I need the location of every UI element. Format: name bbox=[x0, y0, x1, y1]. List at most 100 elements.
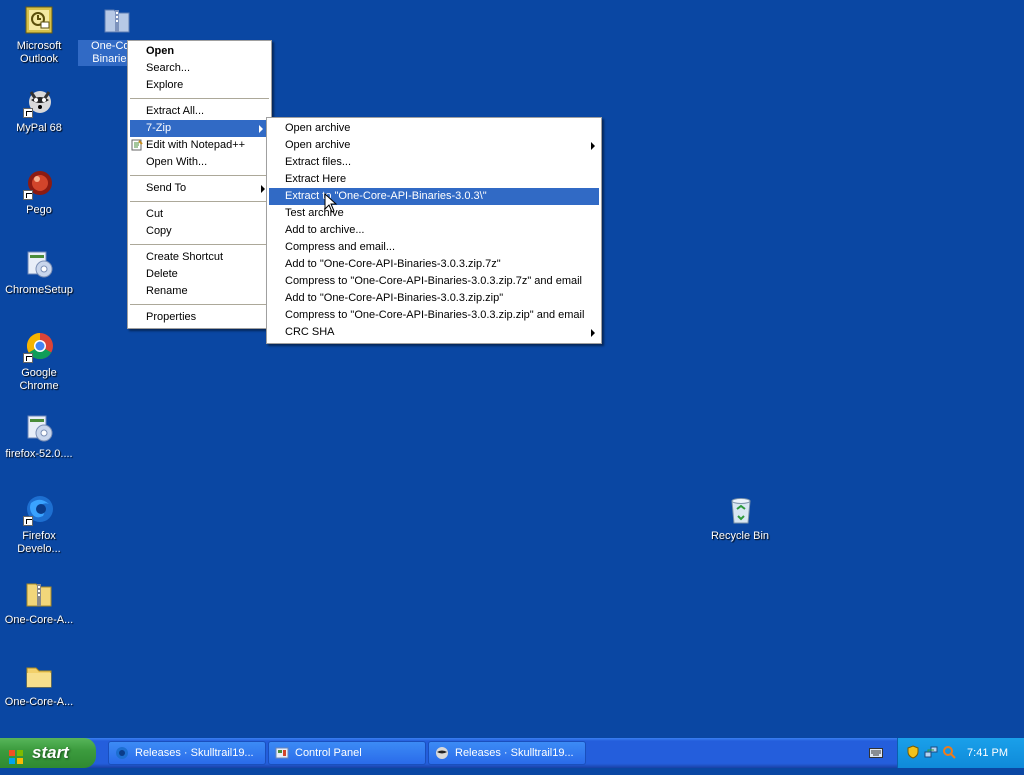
desktop-icon-label: One-Core-A... bbox=[4, 614, 74, 626]
zip-folder-icon bbox=[23, 578, 55, 610]
seven-zip-compress-and-email[interactable]: Compress and email... bbox=[267, 239, 601, 256]
security-shield-icon[interactable] bbox=[906, 745, 920, 759]
seven-zip-crc-sha[interactable]: CRC SHA bbox=[267, 324, 601, 341]
installer-icon bbox=[23, 412, 55, 444]
desktop-icon-label: firefox-52.0.... bbox=[5, 448, 73, 460]
submenu-arrow-icon bbox=[591, 142, 595, 150]
context-menu-7zip-label: 7-Zip bbox=[146, 122, 172, 134]
raccoon-icon bbox=[435, 746, 449, 760]
keyboard-icon[interactable] bbox=[869, 748, 883, 758]
search-icon[interactable] bbox=[942, 745, 956, 759]
start-button[interactable]: start bbox=[0, 738, 96, 768]
desktop-icon-firefox-installer[interactable]: firefox-52.0.... bbox=[0, 412, 78, 461]
desktop-icon-label: Firefox Develo... bbox=[17, 530, 61, 555]
context-menu-copy[interactable]: Copy bbox=[128, 223, 271, 240]
seven-zip-crc-sha-label: CRC SHA bbox=[285, 326, 335, 338]
seven-zip-test-archive[interactable]: Test archive bbox=[267, 205, 601, 222]
desktop-icon-label: ChromeSetup bbox=[5, 284, 73, 296]
context-menu-open-with[interactable]: Open With... bbox=[128, 154, 271, 171]
chrome-icon bbox=[23, 331, 55, 363]
firefox-developer-icon bbox=[115, 746, 129, 760]
desktop-icon-one-core-zip-2[interactable]: One-Core-A... bbox=[0, 578, 78, 627]
desktop-icon-google-chrome[interactable]: Google Chrome bbox=[0, 331, 78, 393]
notepad-plus-plus-icon bbox=[131, 139, 143, 151]
installer-icon bbox=[23, 248, 55, 280]
seven-zip-add-to-zip[interactable]: Add to "One-Core-API-Binaries-3.0.3.zip.… bbox=[267, 290, 601, 307]
context-menu-extract-all[interactable]: Extract All... bbox=[128, 103, 271, 120]
submenu-arrow-icon bbox=[261, 185, 265, 193]
desktop-icon-recycle-bin[interactable]: Recycle Bin bbox=[701, 494, 779, 543]
start-label: start bbox=[32, 743, 69, 762]
context-menu-send-to[interactable]: Send To bbox=[128, 180, 271, 197]
desktop-icon-microsoft-outlook[interactable]: Microsoft Outlook bbox=[0, 4, 78, 66]
network-icon[interactable] bbox=[924, 745, 938, 759]
desktop[interactable]: Microsoft Outlook One-Core- Binaries-3 MyP… bbox=[0, 0, 1024, 738]
zip-folder-icon bbox=[101, 4, 133, 36]
taskbar: start Releases · Skulltrail19... Control… bbox=[0, 738, 1024, 768]
pego-icon bbox=[23, 168, 55, 200]
seven-zip-extract-to-folder[interactable]: Extract to "One-Core-API-Binaries-3.0.3\… bbox=[269, 188, 599, 205]
windows-flag-icon bbox=[8, 745, 24, 764]
seven-zip-add-to-archive[interactable]: Add to archive... bbox=[267, 222, 601, 239]
desktop-icon-mypal[interactable]: MyPal 68 bbox=[0, 86, 78, 135]
context-menu-properties[interactable]: Properties bbox=[128, 309, 271, 326]
system-tray: 7:41 PM bbox=[897, 738, 1024, 768]
seven-zip-submenu[interactable]: Open archive Open archive Extract files.… bbox=[266, 117, 602, 344]
menu-separator bbox=[130, 201, 269, 202]
submenu-arrow-icon bbox=[591, 329, 595, 337]
context-menu-edit-notepad[interactable]: Edit with Notepad++ bbox=[128, 137, 271, 154]
taskbar-button-releases-2[interactable]: Releases · Skulltrail19... bbox=[428, 741, 586, 765]
folder-icon bbox=[23, 660, 55, 692]
context-menu-explore[interactable]: Explore bbox=[128, 77, 271, 94]
recycle-bin-icon bbox=[724, 494, 756, 526]
desktop-icon-pego[interactable]: Pego bbox=[0, 168, 78, 217]
desktop-icon-label: Pego bbox=[26, 204, 52, 216]
shortcut-arrow-icon bbox=[23, 353, 33, 363]
context-menu[interactable]: Open Search... Explore Extract All... 7-… bbox=[127, 40, 272, 329]
shortcut-arrow-icon bbox=[23, 516, 33, 526]
desktop-icon-label: MyPal 68 bbox=[16, 122, 62, 134]
seven-zip-compress-zip-email[interactable]: Compress to "One-Core-API-Binaries-3.0.3… bbox=[267, 307, 601, 324]
taskbar-button-label: Releases · Skulltrail19... bbox=[135, 747, 254, 759]
desktop-icon-firefox-developer[interactable]: Firefox Develo... bbox=[0, 494, 78, 556]
context-menu-7zip[interactable]: 7-Zip bbox=[130, 120, 269, 137]
context-menu-create-shortcut[interactable]: Create Shortcut bbox=[128, 249, 271, 266]
desktop-icon-chromesetup[interactable]: ChromeSetup bbox=[0, 248, 78, 297]
outlook-icon bbox=[23, 4, 55, 36]
taskbar-button-label: Control Panel bbox=[295, 747, 362, 759]
taskbar-button-label: Releases · Skulltrail19... bbox=[455, 747, 574, 759]
context-menu-delete[interactable]: Delete bbox=[128, 266, 271, 283]
seven-zip-open-archive-submenu-label: Open archive bbox=[285, 139, 351, 151]
seven-zip-extract-files[interactable]: Extract files... bbox=[267, 154, 601, 171]
taskbar-button-control-panel[interactable]: Control Panel bbox=[268, 741, 426, 765]
clock[interactable]: 7:41 PM bbox=[967, 738, 1008, 768]
control-panel-icon bbox=[275, 746, 289, 760]
submenu-arrow-icon bbox=[259, 125, 263, 133]
menu-separator bbox=[130, 304, 269, 305]
shortcut-arrow-icon bbox=[23, 108, 33, 118]
context-menu-rename[interactable]: Rename bbox=[128, 283, 271, 300]
desktop-icon-one-core-folder[interactable]: One-Core-A... bbox=[0, 660, 78, 709]
seven-zip-add-to-7z[interactable]: Add to "One-Core-API-Binaries-3.0.3.zip.… bbox=[267, 256, 601, 273]
context-menu-cut[interactable]: Cut bbox=[128, 206, 271, 223]
desktop-icon-label: Microsoft Outlook bbox=[16, 40, 62, 65]
raccoon-icon bbox=[23, 86, 55, 118]
seven-zip-open-archive-submenu[interactable]: Open archive bbox=[267, 137, 601, 154]
menu-separator bbox=[130, 244, 269, 245]
context-menu-edit-notepad-label: Edit with Notepad++ bbox=[146, 139, 246, 151]
context-menu-send-to-label: Send To bbox=[146, 182, 187, 194]
desktop-icon-label: Google Chrome bbox=[19, 367, 59, 392]
desktop-icon-label: Recycle Bin bbox=[710, 530, 770, 542]
menu-separator bbox=[130, 175, 269, 176]
menu-separator bbox=[130, 98, 269, 99]
shortcut-arrow-icon bbox=[23, 190, 33, 200]
mouse-cursor-icon bbox=[324, 192, 338, 213]
seven-zip-open-archive[interactable]: Open archive bbox=[267, 120, 601, 137]
context-menu-open[interactable]: Open bbox=[128, 43, 271, 60]
seven-zip-extract-here[interactable]: Extract Here bbox=[267, 171, 601, 188]
taskbar-button-releases-1[interactable]: Releases · Skulltrail19... bbox=[108, 741, 266, 765]
firefox-developer-icon bbox=[23, 494, 55, 526]
seven-zip-compress-7z-email[interactable]: Compress to "One-Core-API-Binaries-3.0.3… bbox=[267, 273, 601, 290]
context-menu-search[interactable]: Search... bbox=[128, 60, 271, 77]
desktop-icon-label: One-Core-A... bbox=[4, 696, 74, 708]
